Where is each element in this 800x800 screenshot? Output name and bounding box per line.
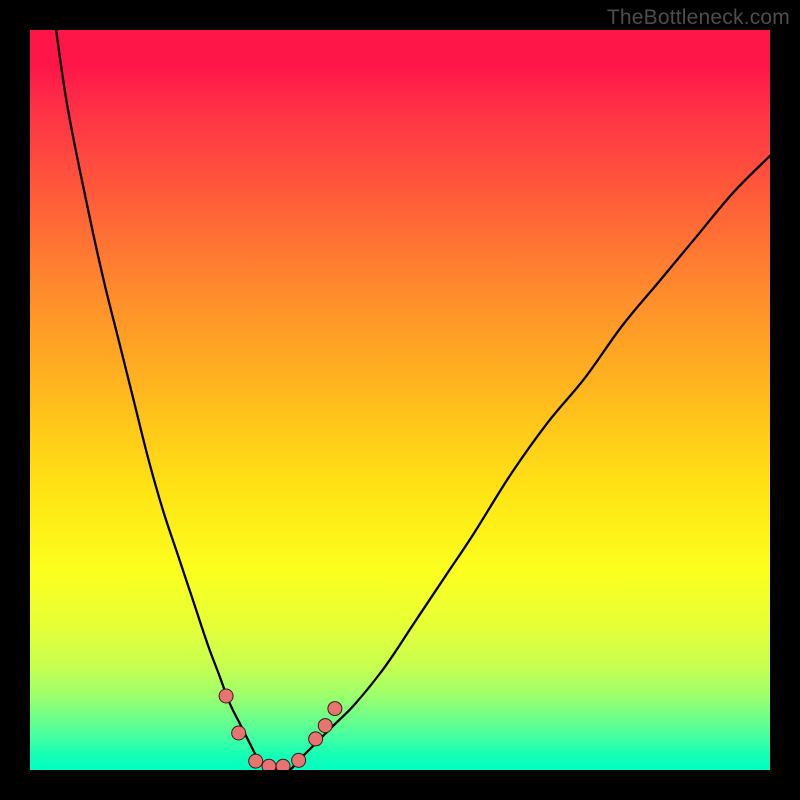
watermark-text: TheBottleneck.com [607, 6, 790, 30]
marker-p2 [232, 726, 246, 740]
marker-p9 [328, 702, 342, 716]
series-right-curve [296, 156, 770, 763]
plot-area [30, 30, 770, 770]
marker-p8 [318, 719, 332, 733]
marker-p4 [262, 759, 276, 770]
marker-p7 [309, 732, 323, 746]
chart-frame: TheBottleneck.com [0, 0, 800, 800]
marker-p1 [219, 689, 233, 703]
marker-p5 [276, 759, 290, 770]
marker-p3 [249, 754, 263, 768]
curve-layer [30, 30, 770, 770]
series-left-curve [52, 30, 259, 763]
marker-p6 [292, 753, 306, 767]
